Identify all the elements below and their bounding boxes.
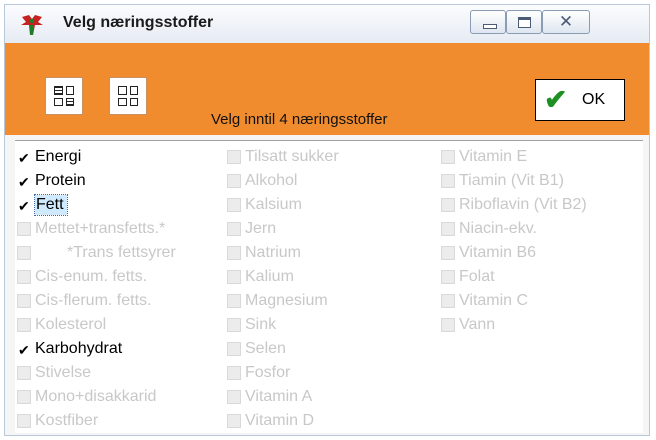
select-layout-button[interactable] — [45, 77, 83, 115]
nutrient-label: Stivelse — [35, 364, 92, 381]
maximize-icon — [518, 17, 531, 28]
nutrient-label: Tiamin (Vit B1) — [459, 172, 564, 189]
nutrient-label: Riboflavin (Vit B2) — [459, 196, 587, 213]
nutrient-label: Kolesterol — [35, 316, 107, 333]
nutrient-label: Vann — [459, 316, 496, 333]
nutrient-label: Magnesium — [245, 292, 328, 309]
checkbox-icon — [227, 318, 241, 332]
checkbox-icon — [17, 270, 31, 284]
nutrient-label: Kalsium — [245, 196, 302, 213]
ok-label: OK — [582, 91, 606, 108]
checkbox-icon — [227, 246, 241, 260]
nutrient-label: Vitamin E — [459, 148, 528, 165]
checkbox-icon — [227, 390, 241, 404]
nutrient-label: Selen — [245, 340, 286, 357]
checkbox-icon — [17, 294, 31, 308]
checkbox-icon — [441, 318, 455, 332]
nutrient-list: Energi Protein Fett Mettet+transfetts.* *Tra… — [15, 140, 643, 433]
nutrient-label: Cis-flerum. fetts. — [35, 292, 152, 309]
nutrient-label: Natrium — [245, 244, 302, 261]
checkbox-checked-icon[interactable] — [17, 148, 31, 168]
nutrient-label: Protein — [35, 172, 86, 189]
nutrient-label: Vitamin A — [245, 388, 313, 405]
grid-icon — [118, 86, 138, 106]
close-icon: ✕ — [558, 12, 574, 31]
nutrient-label: Mettet+transfetts.* — [35, 220, 166, 237]
checkbox-icon — [227, 222, 241, 236]
checkbox-checked-icon[interactable] — [17, 340, 31, 360]
checkbox-icon — [17, 222, 31, 236]
nutrient-label: Fett — [34, 194, 68, 216]
app-icon — [21, 15, 43, 35]
checkbox-icon — [441, 294, 455, 308]
checkbox-icon — [441, 198, 455, 212]
nutrient-label: Jern — [245, 220, 277, 237]
checkbox-icon — [227, 198, 241, 212]
dialog-window: Velg næringsstoffer ✕ Velg inntil 4 næri… — [4, 4, 650, 436]
checkbox-icon — [441, 246, 455, 260]
checkbox-icon — [17, 414, 31, 428]
nutrient-label: Vitamin B6 — [459, 244, 537, 261]
nutrient-label: Karbohydrat — [35, 340, 123, 357]
nutrient-label: Vitamin C — [459, 292, 529, 309]
checkbox-checked-icon[interactable] — [17, 172, 31, 192]
checkbox-icon — [227, 270, 241, 284]
checkbox-icon — [227, 342, 241, 356]
nutrient-label: Niacin-ekv. — [459, 220, 537, 237]
nutrient-label: *Trans fettsyrer — [67, 244, 176, 261]
grid-select-icon — [54, 86, 74, 106]
nutrient-label: Tilsatt sukker — [245, 148, 339, 165]
minimize-button[interactable] — [470, 10, 506, 34]
toolbar: Velg inntil 4 næringsstoffer ✔ OK — [5, 43, 649, 135]
title-bar[interactable]: Velg næringsstoffer ✕ — [5, 5, 649, 43]
checkbox-icon — [441, 222, 455, 236]
nutrient-label: Sink — [245, 316, 277, 333]
nutrient-label: Energi — [35, 148, 82, 165]
clear-layout-button[interactable] — [109, 77, 147, 115]
nutrient-label: Folat — [459, 268, 495, 285]
nutrient-label: Vitamin D — [245, 412, 315, 429]
minimize-icon — [483, 24, 497, 29]
instruction-label: Velg inntil 4 næringsstoffer — [211, 111, 388, 128]
checkbox-icon — [17, 366, 31, 380]
checkbox-icon — [227, 366, 241, 380]
window-title: Velg næringsstoffer — [63, 14, 214, 31]
checkbox-icon — [227, 150, 241, 164]
checkbox-icon — [17, 390, 31, 404]
close-button[interactable]: ✕ — [542, 10, 590, 34]
checkbox-icon — [17, 318, 31, 332]
nutrient-label: Kalium — [245, 268, 294, 285]
checkbox-icon — [441, 174, 455, 188]
nutrient-label: Kostfiber — [35, 412, 99, 429]
checkbox-icon — [441, 150, 455, 164]
checkbox-icon — [17, 246, 31, 260]
checkbox-icon — [227, 414, 241, 428]
checkbox-icon — [441, 270, 455, 284]
nutrient-label: Fosfor — [245, 364, 291, 381]
checkbox-icon — [227, 294, 241, 308]
checkmark-icon: ✔ — [544, 84, 568, 115]
nutrient-label: Mono+disakkarid — [35, 388, 157, 405]
nutrient-label: Alkohol — [245, 172, 298, 189]
checkbox-checked-icon[interactable] — [17, 196, 31, 216]
nutrient-label: Cis-enum. fetts. — [35, 268, 148, 285]
maximize-button[interactable] — [506, 10, 542, 34]
checkbox-icon — [227, 174, 241, 188]
ok-button[interactable]: ✔ OK — [535, 79, 625, 121]
